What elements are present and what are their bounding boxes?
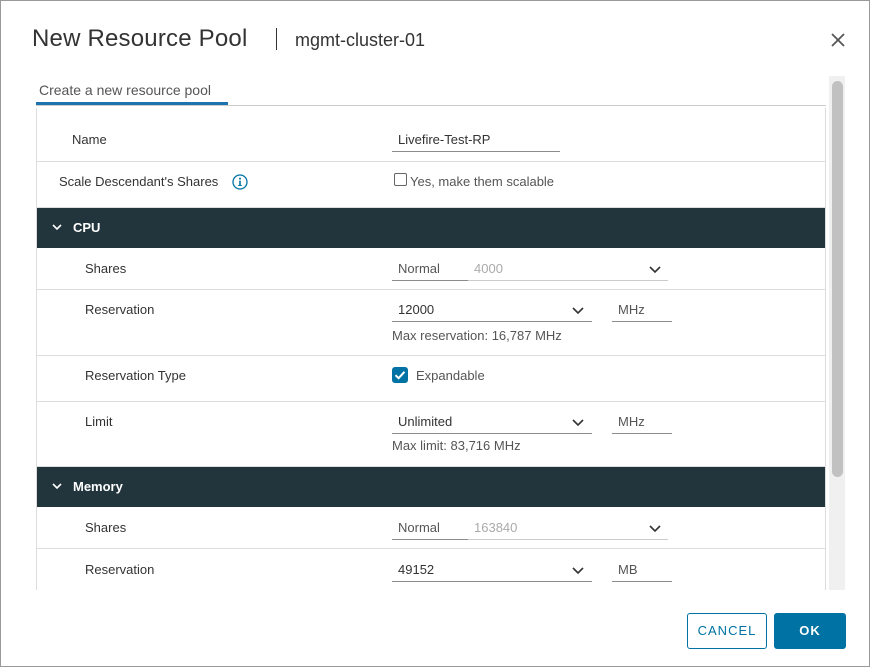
name-row: Name bbox=[37, 108, 825, 162]
tab-create-resource-pool[interactable]: Create a new resource pool bbox=[39, 82, 211, 98]
form-scroll-area: Name Scale Descendant's Shares Yes, make… bbox=[36, 108, 826, 590]
close-button[interactable] bbox=[827, 29, 849, 51]
cpu-limit-row: Limit Unlimited MHz Max limit: 83,716 MH… bbox=[37, 402, 825, 467]
cpu-limit-label: Limit bbox=[85, 414, 113, 429]
cpu-section-header[interactable]: CPU bbox=[37, 208, 825, 248]
cpu-shares-level[interactable]: Normal bbox=[392, 257, 468, 281]
new-resource-pool-dialog: New Resource Pool mgmt-cluster-01 Create… bbox=[0, 0, 870, 667]
cpu-limit-select[interactable]: Unlimited bbox=[392, 410, 592, 434]
memory-shares-row: Shares Normal 163840 bbox=[37, 507, 825, 549]
memory-section-label: Memory bbox=[73, 479, 123, 494]
memory-shares-label: Shares bbox=[85, 520, 127, 535]
cpu-shares-select[interactable]: Normal 4000 bbox=[392, 257, 668, 281]
expandable-checkbox-label: Expandable bbox=[416, 368, 485, 383]
cpu-reservation-type-label: Reservation Type bbox=[85, 368, 186, 383]
expandable-checkbox[interactable] bbox=[392, 367, 408, 383]
chevron-down-icon bbox=[52, 483, 62, 490]
memory-shares-select[interactable]: Normal 163840 bbox=[392, 516, 668, 540]
memory-section-header[interactable]: Memory bbox=[37, 467, 825, 507]
memory-reservation-select[interactable]: 49152 bbox=[392, 558, 592, 582]
info-icon[interactable] bbox=[232, 174, 248, 190]
title-divider bbox=[276, 28, 277, 50]
memory-reservation-row: Reservation 49152 MB bbox=[37, 549, 825, 590]
chevron-down-icon bbox=[52, 224, 62, 231]
cpu-reservation-value: 12000 bbox=[398, 302, 435, 317]
chevron-down-icon bbox=[649, 525, 661, 533]
memory-shares-level[interactable]: Normal bbox=[392, 516, 468, 540]
memory-shares-value: 163840 bbox=[468, 516, 668, 540]
close-icon bbox=[831, 33, 845, 47]
checkmark-icon bbox=[394, 371, 406, 380]
chevron-down-icon bbox=[572, 419, 584, 427]
chevron-down-icon bbox=[572, 567, 584, 575]
scale-shares-row: Scale Descendant's Shares Yes, make them… bbox=[37, 162, 825, 208]
cpu-shares-label: Shares bbox=[85, 261, 127, 276]
cpu-limit-value: Unlimited bbox=[398, 414, 453, 429]
dialog-subtitle: mgmt-cluster-01 bbox=[295, 30, 426, 50]
tab-baseline bbox=[36, 105, 826, 106]
ok-button[interactable]: OK bbox=[774, 613, 846, 649]
cpu-reservation-row: Reservation 12000 MHz Max reservation: 1… bbox=[37, 290, 825, 356]
cpu-section-label: CPU bbox=[73, 220, 101, 235]
cpu-reservation-select[interactable]: 12000 bbox=[392, 298, 592, 322]
name-label: Name bbox=[72, 132, 107, 147]
chevron-down-icon bbox=[649, 266, 661, 274]
cpu-reservation-hint: Max reservation: 16,787 MHz bbox=[392, 328, 562, 343]
cpu-reservation-type-row: Reservation Type Expandable bbox=[37, 356, 825, 402]
cpu-shares-row: Shares Normal 4000 bbox=[37, 248, 825, 290]
cpu-limit-hint: Max limit: 83,716 MHz bbox=[392, 438, 521, 453]
dialog-title: New Resource Pool bbox=[32, 25, 248, 52]
scrollbar-thumb[interactable] bbox=[832, 81, 843, 477]
cpu-reservation-label: Reservation bbox=[85, 302, 155, 317]
scalable-shares-checkbox[interactable] bbox=[394, 173, 407, 186]
scale-shares-label: Scale Descendant's Shares bbox=[59, 174, 219, 189]
memory-reservation-value: 49152 bbox=[398, 562, 435, 577]
memory-reservation-label: Reservation bbox=[85, 562, 155, 577]
chevron-down-icon bbox=[572, 307, 584, 315]
cancel-button[interactable]: CANCEL bbox=[687, 613, 767, 649]
scalable-shares-checkbox-label: Yes, make them scalable bbox=[410, 174, 555, 189]
memory-reservation-unit[interactable]: MB bbox=[612, 558, 672, 582]
name-input[interactable] bbox=[392, 128, 560, 152]
cpu-shares-value: 4000 bbox=[468, 257, 668, 281]
cpu-limit-unit[interactable]: MHz bbox=[612, 410, 672, 434]
cpu-reservation-unit[interactable]: MHz bbox=[612, 298, 672, 322]
